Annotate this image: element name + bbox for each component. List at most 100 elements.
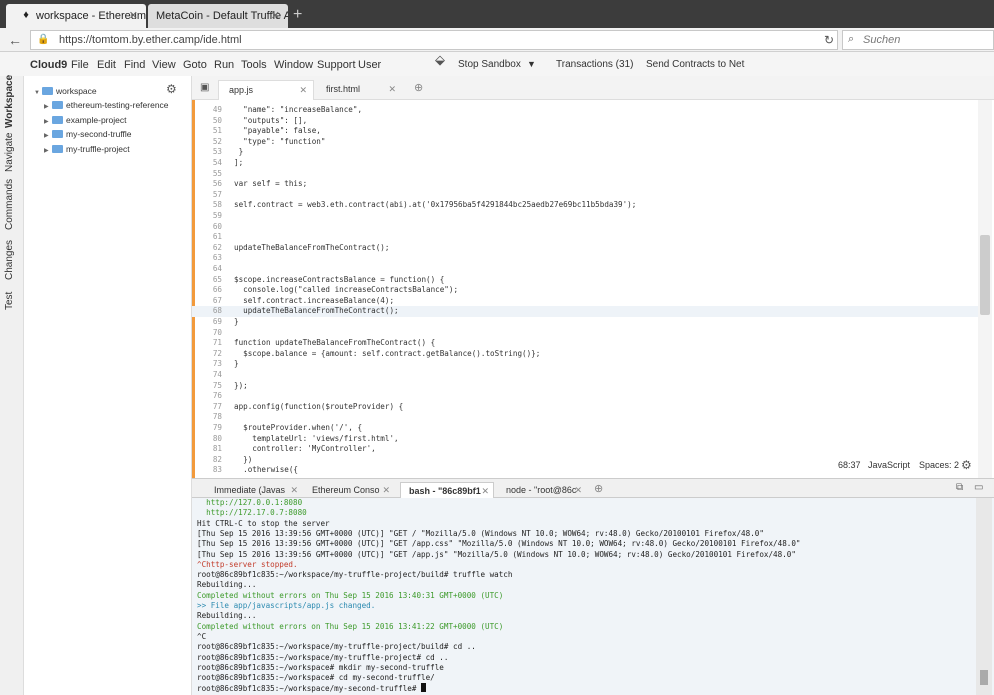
language-mode[interactable]: JavaScript: [868, 460, 910, 470]
code-line[interactable]: 55: [192, 169, 982, 180]
code-line[interactable]: 64: [192, 264, 982, 275]
code-line[interactable]: 50 "outputs": [],: [192, 116, 982, 127]
menu-goto[interactable]: Goto: [183, 59, 207, 71]
code-line[interactable]: 61: [192, 232, 982, 243]
browser-tab-metacoin[interactable]: MetaCoin - Default Truffle App ✕: [148, 4, 288, 28]
tab-commands[interactable]: Commands: [4, 179, 15, 230]
close-icon[interactable]: ✕: [481, 486, 489, 497]
search-input[interactable]: ⌕ Suchen: [842, 30, 994, 50]
code-line[interactable]: 77 app.config(function($routeProvider) {: [192, 402, 982, 413]
terminal-tab-ethereum-console[interactable]: Ethereum Conso ✕: [304, 482, 394, 499]
tab-test[interactable]: Test: [4, 292, 15, 310]
code-line[interactable]: 81 controller: 'MyController',: [192, 444, 982, 455]
close-icon[interactable]: ✕: [290, 485, 298, 496]
terminal-scrollbar[interactable]: [976, 498, 992, 695]
scroll-thumb[interactable]: [980, 670, 988, 685]
code-line[interactable]: 74: [192, 370, 982, 381]
tab-menu-icon[interactable]: ▣: [200, 82, 209, 93]
menu-support[interactable]: Support: [317, 59, 356, 71]
code-line[interactable]: 67 self.contract.increaseBalance(4);: [192, 296, 982, 307]
code-line[interactable]: 59: [192, 211, 982, 222]
close-icon[interactable]: ✕: [129, 9, 138, 22]
code-line[interactable]: 75});: [192, 381, 982, 392]
code-line[interactable]: 54];: [192, 158, 982, 169]
tree-item-my-truffle-project[interactable]: ▶ my-truffle-project: [44, 144, 130, 158]
code-line[interactable]: 78: [192, 412, 982, 423]
chevron-down-icon[interactable]: ▼: [527, 59, 536, 69]
tree-item-workspace[interactable]: ▼ workspace: [34, 86, 97, 100]
code-line[interactable]: 49 "name": "increaseBalance",: [192, 105, 982, 116]
menu-find[interactable]: Find: [124, 59, 145, 71]
tab-workspace[interactable]: Workspace: [4, 75, 15, 128]
back-arrow-icon[interactable]: ←: [6, 31, 24, 49]
close-icon[interactable]: ✕: [299, 85, 307, 96]
add-tab-icon[interactable]: ⊕: [414, 81, 423, 94]
expand-arrow-icon[interactable]: ▶: [44, 132, 52, 139]
code-line[interactable]: 76: [192, 391, 982, 402]
expand-arrow-icon[interactable]: ▼: [34, 90, 42, 96]
code-line[interactable]: 73}: [192, 359, 982, 370]
terminal-tab-bash[interactable]: bash - "86c89bf1 ✕: [400, 482, 494, 499]
code-editor[interactable]: 49 "name": "increaseBalance", 50 "outputs…: [192, 100, 994, 478]
menu-user[interactable]: User: [358, 59, 381, 71]
code-line[interactable]: 53 }: [192, 147, 982, 158]
tree-item-ethereum-testing-reference[interactable]: ▶ ethereum-testing-reference: [44, 100, 169, 114]
menu-window[interactable]: Window: [274, 59, 313, 71]
code-line[interactable]: 83 .otherwise({: [192, 465, 982, 476]
gear-icon[interactable]: ⚙: [166, 82, 177, 96]
editor-tab-first-html[interactable]: first.html ✕: [316, 80, 402, 100]
send-contracts-button[interactable]: Send Contracts to Net: [646, 59, 744, 70]
tree-item-my-second-truffle[interactable]: ▶ my-second-truffle: [44, 129, 132, 143]
code-line[interactable]: 60: [192, 222, 982, 233]
browser-tab-workspace[interactable]: ♦ workspace - Ethereum Stu... ✕: [6, 4, 146, 28]
scroll-thumb[interactable]: [980, 235, 990, 315]
code-line[interactable]: 72 $scope.balance = {amount: self.contra…: [192, 349, 982, 360]
restore-icon[interactable]: ⧉: [956, 482, 963, 493]
code-line[interactable]: 62 updateTheBalanceFromTheContract();: [192, 243, 982, 254]
menu-tools[interactable]: Tools: [241, 59, 267, 71]
code-line[interactable]: 70: [192, 328, 982, 339]
editor-tab-app-js[interactable]: app.js ✕: [218, 80, 314, 100]
menu-view[interactable]: View: [152, 59, 176, 71]
code-line[interactable]: 80 templateUrl: 'views/first.html',: [192, 434, 982, 445]
code-line[interactable]: 52 "type": "function": [192, 137, 982, 148]
code-line[interactable]: 58 self.contract = web3.eth.contract(abi)…: [192, 200, 982, 211]
close-icon[interactable]: ✕: [382, 485, 390, 496]
close-icon[interactable]: ✕: [388, 84, 396, 95]
expand-arrow-icon[interactable]: ▶: [44, 103, 52, 110]
terminal-output[interactable]: http://127.0.0.1:8080 http://172.17.0.7:…: [192, 498, 994, 695]
code-line[interactable]: 69}: [192, 317, 982, 328]
code-line[interactable]: 65 $scope.increaseContractsBalance = func…: [192, 275, 982, 286]
expand-arrow-icon[interactable]: ▶: [44, 147, 52, 154]
editor-scrollbar[interactable]: [978, 100, 992, 478]
menu-file[interactable]: File: [71, 59, 89, 71]
code-line[interactable]: 66 console.log("called increaseContracts…: [192, 285, 982, 296]
expand-arrow-icon[interactable]: ▶: [44, 118, 52, 125]
tab-navigate[interactable]: Navigate: [4, 133, 15, 172]
tree-item-example-project[interactable]: ▶ example-project: [44, 115, 126, 129]
minimize-icon[interactable]: ▭: [974, 482, 983, 493]
code-line[interactable]: 68 updateTheBalanceFromTheContract();: [192, 306, 982, 317]
code-line[interactable]: 57: [192, 190, 982, 201]
terminal-tab-immediate[interactable]: Immediate (Javas ✕: [206, 482, 302, 499]
close-icon[interactable]: ✕: [574, 485, 582, 496]
menu-edit[interactable]: Edit: [97, 59, 116, 71]
code-line[interactable]: 82 }): [192, 455, 982, 466]
add-tab-icon[interactable]: ⊕: [594, 482, 603, 495]
close-icon[interactable]: ✕: [271, 9, 280, 22]
reload-icon[interactable]: ↻: [820, 31, 838, 49]
code-line[interactable]: 63: [192, 253, 982, 264]
gear-icon[interactable]: ⚙: [961, 458, 972, 472]
indent-setting[interactable]: Spaces: 2: [919, 460, 959, 470]
new-tab-icon[interactable]: +: [293, 6, 302, 24]
code-line[interactable]: 71 function updateTheBalanceFromTheContra…: [192, 338, 982, 349]
url-field[interactable]: 🔒 https://tomtom.by.ether.camp/ide.html: [30, 30, 838, 50]
code-line[interactable]: 51 "payable": false,: [192, 126, 982, 137]
code-line[interactable]: 56 var self = this;: [192, 179, 982, 190]
menu-run[interactable]: Run: [214, 59, 234, 71]
tab-changes[interactable]: Changes: [4, 240, 15, 280]
stop-sandbox-button[interactable]: Stop Sandbox: [458, 59, 521, 70]
code-line[interactable]: 79 $routeProvider.when('/', {: [192, 423, 982, 434]
transactions-button[interactable]: Transactions (31): [556, 59, 633, 70]
terminal-tab-node[interactable]: node - "root@86c ✕: [498, 482, 586, 499]
